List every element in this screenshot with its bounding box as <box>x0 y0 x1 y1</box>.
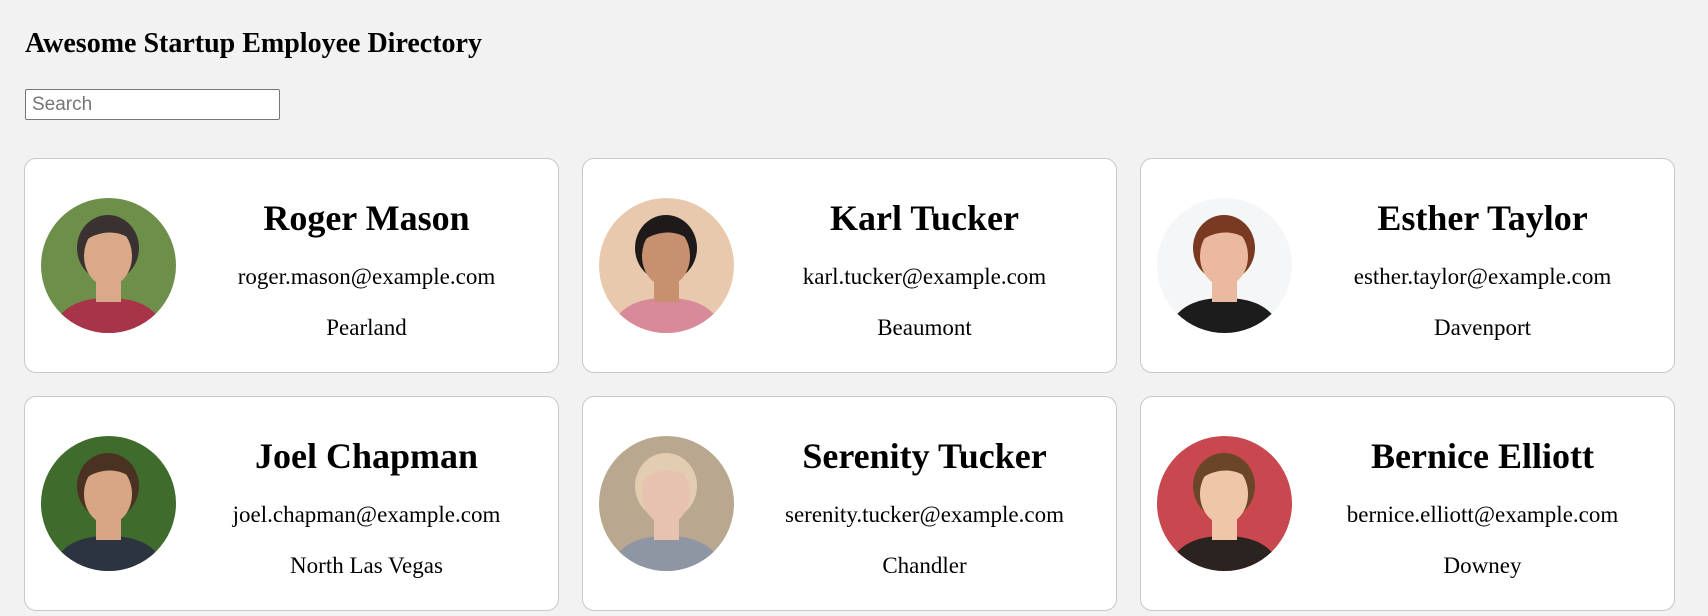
avatar <box>599 198 734 333</box>
employee-info: Serenity Tucker serenity.tucker@example.… <box>733 397 1116 610</box>
employee-email: bernice.elliott@example.com <box>1346 502 1619 527</box>
search-input[interactable] <box>25 89 280 120</box>
page-title: Awesome Startup Employee Directory <box>25 28 482 59</box>
avatar <box>599 436 734 571</box>
employee-city: Pearland <box>326 315 407 340</box>
employee-city: Downey <box>1443 553 1522 578</box>
employee-info: Joel Chapman joel.chapman@example.com No… <box>175 397 558 610</box>
employee-info: Bernice Elliott bernice.elliott@example.… <box>1291 397 1674 610</box>
employee-card[interactable]: Karl Tucker karl.tucker@example.com Beau… <box>582 158 1117 373</box>
employee-name: Karl Tucker <box>829 198 1020 238</box>
employee-name: Joel Chapman <box>254 436 479 476</box>
employee-city: Chandler <box>882 553 967 578</box>
avatar <box>1157 198 1292 333</box>
employee-info: Karl Tucker karl.tucker@example.com Beau… <box>733 159 1116 372</box>
employee-email: roger.mason@example.com <box>237 264 496 289</box>
employee-info: Roger Mason roger.mason@example.com Pear… <box>175 159 558 372</box>
employee-card[interactable]: Roger Mason roger.mason@example.com Pear… <box>24 158 559 373</box>
employee-city: Beaumont <box>877 315 972 340</box>
employee-name: Serenity Tucker <box>802 436 1047 476</box>
employee-email: joel.chapman@example.com <box>232 502 501 527</box>
employee-name: Roger Mason <box>263 198 470 238</box>
employee-email: karl.tucker@example.com <box>802 264 1047 289</box>
employee-card[interactable]: Bernice Elliott bernice.elliott@example.… <box>1140 396 1675 611</box>
avatar <box>41 436 176 571</box>
employee-city: Davenport <box>1433 315 1532 340</box>
employee-email: serenity.tucker@example.com <box>785 502 1064 527</box>
employee-card[interactable]: Serenity Tucker serenity.tucker@example.… <box>582 396 1117 611</box>
employee-name: Bernice Elliott <box>1371 436 1594 476</box>
employee-name: Esther Taylor <box>1377 198 1588 238</box>
employee-card[interactable]: Joel Chapman joel.chapman@example.com No… <box>24 396 559 611</box>
avatar <box>41 198 176 333</box>
employee-info: Esther Taylor esther.taylor@example.com … <box>1291 159 1674 372</box>
employee-card[interactable]: Esther Taylor esther.taylor@example.com … <box>1140 158 1675 373</box>
employee-gallery: Roger Mason roger.mason@example.com Pear… <box>24 158 1675 611</box>
employee-city: North Las Vegas <box>290 553 443 578</box>
avatar <box>1157 436 1292 571</box>
employee-email: esther.taylor@example.com <box>1353 264 1612 289</box>
